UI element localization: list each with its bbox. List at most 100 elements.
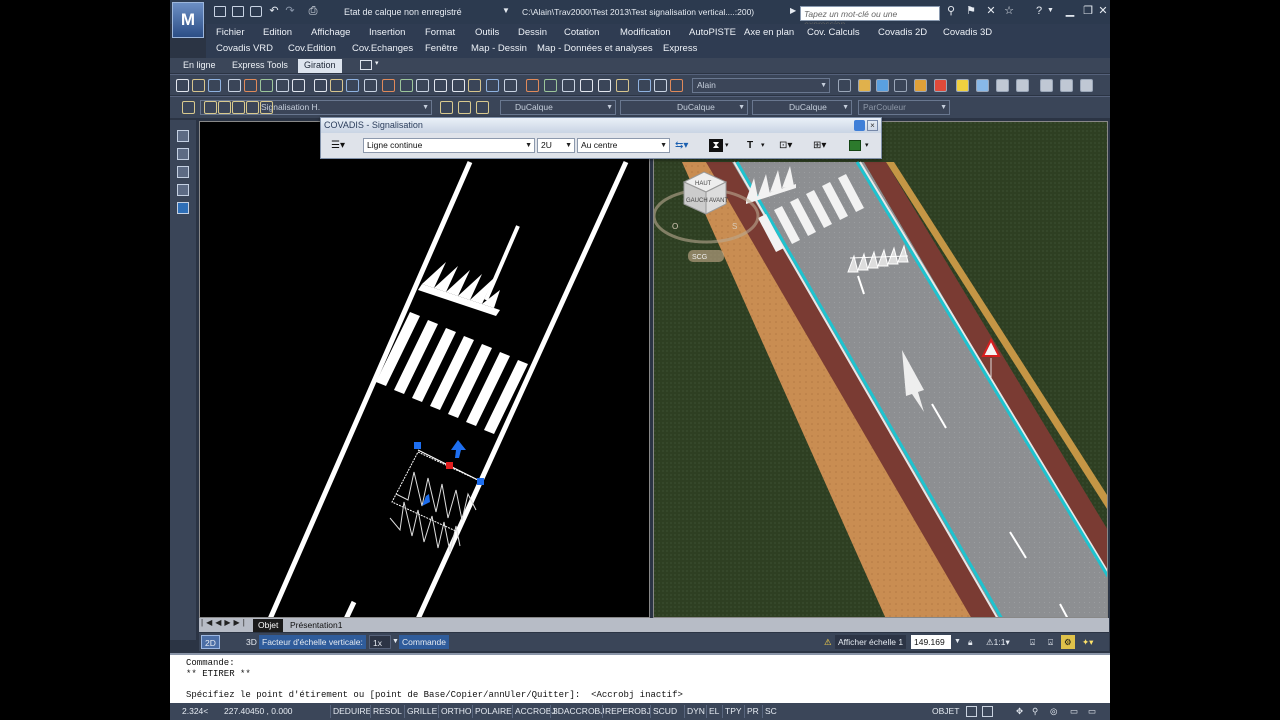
viewport-3d[interactable]: HAUT GAUCH AVANT S O SCG (653, 121, 1108, 618)
menu-item[interactable]: Affichage (311, 27, 350, 38)
menu-item[interactable]: Cotation (564, 27, 599, 38)
tab-objet[interactable]: Objet (253, 619, 284, 632)
menu-item[interactable]: Cov. Calculs (807, 27, 860, 38)
layer-tool-icon[interactable] (246, 101, 259, 114)
tool-icon[interactable] (177, 148, 189, 160)
clean-screen-icon[interactable]: ▭ (1088, 705, 1096, 718)
layer-tool-icon[interactable] (440, 101, 453, 114)
menu-item[interactable]: Map - Données et analyses (537, 43, 653, 54)
plotstyle-combo[interactable]: ParCouleur ▼ (858, 100, 950, 115)
toolbar-icon[interactable] (486, 79, 499, 92)
position-combo[interactable]: Au centre ▼ (577, 138, 670, 153)
chevron-down-icon[interactable]: ▼ (951, 635, 964, 649)
toolbar-icon[interactable] (452, 79, 465, 92)
pan-icon[interactable]: ✥ (1016, 705, 1023, 718)
properties-tool-icon[interactable]: ⊞▾ (813, 138, 826, 153)
toolbar-icon[interactable] (208, 79, 221, 92)
toolbar-icon[interactable] (616, 79, 629, 92)
tab-express-tools[interactable]: Express Tools (226, 59, 294, 73)
layout-nav-icons[interactable]: |◀◀▶▶| (201, 618, 248, 627)
layout-icon[interactable] (966, 706, 977, 717)
color-combo[interactable]: DuCalque ▼ (500, 100, 616, 115)
layer-state-label[interactable]: Etat de calque non enregistré (344, 7, 462, 17)
pin-icon[interactable] (854, 120, 865, 131)
text-tool-icon[interactable]: T (747, 138, 753, 153)
toolbar-icon[interactable] (228, 79, 241, 92)
toolbar-icon[interactable] (504, 79, 517, 92)
toggle-2d[interactable]: 2D (201, 635, 220, 649)
toolbar-icon[interactable] (598, 79, 611, 92)
new-icon[interactable] (214, 6, 226, 17)
menu-item[interactable]: Outils (475, 27, 499, 38)
status-toggle[interactable]: REPEROBJ (602, 705, 653, 718)
menu-item[interactable]: Fichier (216, 27, 245, 38)
minimize-icon[interactable]: ▁ (1063, 4, 1077, 19)
zoom-icon[interactable]: ⚲ (1032, 705, 1038, 718)
toolbar-icon[interactable] (638, 79, 651, 92)
steering-wheel-icon[interactable]: ◎ (1050, 705, 1057, 718)
toolbar-icon[interactable] (976, 79, 989, 92)
toolbar-icon[interactable] (580, 79, 593, 92)
layer-tool-icon[interactable] (476, 101, 489, 114)
tool-icon[interactable] (177, 202, 189, 214)
showmotion-icon[interactable]: ▭ (1070, 705, 1078, 718)
chevron-down-icon[interactable]: ▾ (375, 59, 379, 67)
tool-icon[interactable] (177, 130, 189, 142)
toolbar-icon[interactable] (346, 79, 359, 92)
status-toggle[interactable]: DEDUIRE (330, 705, 373, 718)
status-toggle[interactable]: RESOL (370, 705, 404, 718)
annotation-scale-label[interactable]: Afficher échelle 1 (835, 635, 907, 649)
scale-value-field[interactable]: 149.169 (911, 635, 951, 649)
communication-icon[interactable]: ⚑ (964, 4, 978, 19)
toolbar-icon[interactable] (956, 79, 969, 92)
toolbar-icon[interactable] (1040, 79, 1053, 92)
width-combo[interactable]: 2U ▼ (537, 138, 575, 153)
viewcube-left-label[interactable]: GAUCH (686, 198, 708, 204)
binoculars-icon[interactable]: ⚲ (944, 4, 958, 19)
layer-tool-icon[interactable] (204, 101, 217, 114)
exchange-icon[interactable]: ✕ (984, 4, 998, 19)
chevron-down-icon[interactable]: ▾ (761, 138, 765, 153)
toolbar-icon[interactable] (260, 79, 273, 92)
menu-item[interactable]: Cov.Echanges (352, 43, 413, 54)
toolbar-icon[interactable] (292, 79, 305, 92)
toolbar-icon[interactable] (654, 79, 667, 92)
edit-tool-icon[interactable]: ⊡▾ (779, 138, 792, 153)
chevron-right-icon[interactable]: ▶ (790, 6, 796, 15)
toolbar-icon[interactable] (244, 79, 257, 92)
vertical-factor-value[interactable]: 1x (369, 635, 391, 649)
restore-icon[interactable]: ❐ (1081, 4, 1095, 19)
tool-icon[interactable] (177, 166, 189, 178)
grip-handle[interactable] (477, 478, 484, 485)
light-bulb-icon[interactable]: ✦▾ (1079, 635, 1096, 649)
status-toggle[interactable]: SC (762, 705, 779, 718)
toolbar-icon[interactable] (934, 79, 947, 92)
toolbar-icon[interactable] (382, 79, 395, 92)
lineweight-combo[interactable]: DuCalque ▼ (752, 100, 852, 115)
toolbar-icon[interactable] (192, 79, 205, 92)
lane-tool-icon[interactable]: ⇆▾ (675, 138, 688, 153)
menu-item[interactable]: Axe en plan (744, 27, 794, 38)
layer-tool-icon[interactable] (182, 101, 195, 114)
favorites-icon[interactable]: ☆ (1002, 4, 1016, 19)
viewcube-top-label[interactable]: HAUT (695, 181, 712, 187)
chevron-down-icon[interactable]: ▾ (865, 138, 869, 153)
toolbar-icon[interactable] (434, 79, 447, 92)
status-toggle[interactable]: 3DACCROBJ (550, 705, 606, 718)
menu-item[interactable]: Covadis 3D (943, 27, 992, 38)
toolbar-icon[interactable] (468, 79, 481, 92)
status-toggle[interactable]: PR (744, 705, 761, 718)
line-type-combo[interactable]: Ligne continue ▼ (363, 138, 535, 153)
ucs-label[interactable]: SCG (692, 254, 707, 261)
toolbar-icon[interactable] (400, 79, 413, 92)
command-prompt[interactable]: Spécifiez le point d'étirement ou [point… (186, 690, 683, 700)
warning-icon[interactable]: ⚠ (821, 635, 835, 649)
tab-en-ligne[interactable]: En ligne (177, 59, 222, 73)
menu-item[interactable]: Cov.Edition (288, 43, 336, 54)
status-toggle[interactable]: SCUD (650, 705, 679, 718)
toggle-3d[interactable]: 3D (243, 635, 260, 649)
sign-tool-icon[interactable]: ⧗ (709, 139, 723, 152)
toolbar-icon[interactable] (914, 79, 927, 92)
status-toggle[interactable]: EL (706, 705, 721, 718)
toolbar-icon[interactable] (670, 79, 683, 92)
